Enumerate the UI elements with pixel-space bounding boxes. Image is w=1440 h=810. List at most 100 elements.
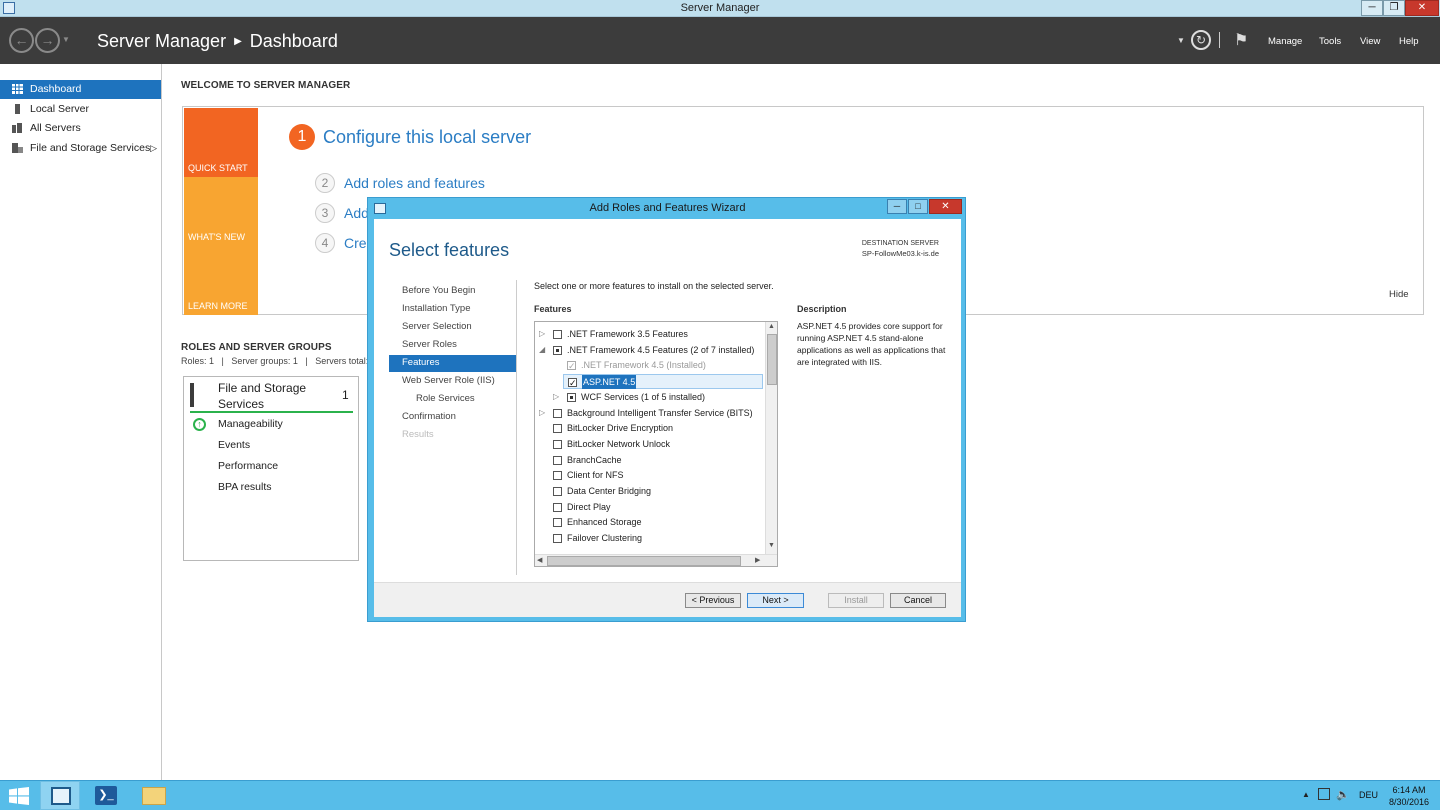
feature-row[interactable]: BitLocker Drive Encryption [535, 421, 763, 436]
feature-checkbox[interactable] [553, 408, 562, 418]
taskbar-server-manager[interactable] [40, 781, 80, 810]
expand-arrow-icon[interactable]: ▷ [150, 139, 157, 157]
feature-row[interactable]: .NET Framework 4.5 (Installed) [535, 358, 763, 373]
feature-checkbox[interactable] [553, 439, 562, 449]
wizard-nav-item[interactable]: Installation Type [389, 301, 517, 318]
dropdown-icon[interactable]: ▼ [1177, 36, 1185, 45]
scroll-down-icon[interactable]: ▼ [768, 542, 775, 549]
show-hidden-icons[interactable]: ▲ [1302, 790, 1310, 799]
role-tile-bpa-results[interactable]: BPA results [218, 481, 272, 493]
configure-local-server-link[interactable]: Configure this local server [323, 127, 531, 148]
role-tile-manageability[interactable]: Manageability [218, 418, 283, 430]
features-tree[interactable]: ▷ .NET Framework 3.5 Features ◢ .NET Framew… [534, 321, 778, 567]
refresh-icon[interactable]: ↻ [1191, 30, 1211, 50]
feature-checkbox[interactable] [553, 424, 562, 434]
feature-label: .NET Framework 3.5 Features [567, 329, 688, 339]
forward-arrow-icon[interactable]: → [35, 28, 60, 53]
feature-checkbox[interactable] [568, 376, 577, 390]
restore-button[interactable]: ❐ [1383, 0, 1405, 16]
tile-whats-new[interactable]: WHAT'S NEW [184, 177, 258, 246]
add-servers-link[interactable]: Add [344, 205, 369, 221]
feature-row[interactable]: ▷ Background Intelligent Transfer Service… [535, 406, 763, 421]
add-roles-features-link[interactable]: Add roles and features [344, 175, 485, 191]
roles-summary: Roles: 1 | Server groups: 1 | Servers to… [181, 356, 376, 366]
feature-row[interactable]: ◢ .NET Framework 4.5 Features (2 of 7 ins… [535, 343, 763, 358]
wizard-nav-item[interactable]: Features [389, 355, 517, 372]
wizard-maximize-button[interactable]: □ [908, 199, 928, 214]
feature-checkbox[interactable] [553, 330, 562, 339]
tile-learn-more[interactable]: LEARN MORE [184, 246, 258, 315]
powershell-icon[interactable]: ❯_ [95, 786, 117, 805]
wizard-nav-item[interactable]: Role Services [389, 391, 517, 408]
feature-row[interactable]: Enhanced Storage [535, 515, 763, 530]
wizard-minimize-button[interactable]: ─ [887, 199, 907, 214]
feature-checkbox[interactable] [553, 455, 562, 465]
minimize-button[interactable]: ─ [1361, 0, 1383, 16]
speaker-icon[interactable]: 🔈 [1336, 788, 1350, 801]
feature-checkbox[interactable] [567, 392, 576, 402]
wizard-nav-item[interactable]: Web Server Role (IIS) [389, 373, 517, 390]
input-language[interactable]: DEU [1359, 790, 1378, 800]
clock[interactable]: 6:14 AM 8/30/2016 [1382, 784, 1436, 808]
feature-row[interactable]: ASP.NET 4.5 [563, 374, 763, 390]
menu-help[interactable]: Help [1399, 36, 1419, 47]
feature-row[interactable]: ▷ .NET Framework 3.5 Features [535, 327, 763, 342]
wizard-close-button[interactable]: ✕ [929, 199, 962, 214]
role-tile-performance[interactable]: Performance [218, 460, 278, 472]
sidebar-item-local-server[interactable]: Local Server [0, 100, 161, 119]
wizard-nav-item[interactable]: Server Selection [389, 319, 517, 336]
feature-checkbox[interactable] [553, 534, 562, 544]
feature-row[interactable]: BranchCache [535, 453, 763, 468]
tile-quick-start[interactable]: QUICK START [184, 108, 258, 177]
description-text: ASP.NET 4.5 provides core support for ru… [797, 321, 946, 367]
sidebar-item-dashboard[interactable]: Dashboard [0, 80, 161, 99]
expand-arrow-icon[interactable]: ▷ [539, 406, 545, 420]
expand-arrow-icon[interactable]: ▷ [553, 390, 559, 404]
feature-checkbox[interactable] [553, 502, 562, 512]
horizontal-scroll-thumb[interactable] [547, 556, 741, 566]
feature-row[interactable]: Data Center Bridging [535, 484, 763, 499]
feature-row[interactable]: ▷ WCF Services (1 of 5 installed) [535, 390, 763, 405]
cancel-button[interactable]: Cancel [890, 593, 946, 608]
wizard-nav-item[interactable]: Before You Begin [389, 283, 517, 300]
notifications-flag-icon[interactable]: ⚑ [1234, 30, 1248, 50]
role-tile-file-storage[interactable]: File and Storage Services 1 ↑ Manageabil… [183, 376, 359, 561]
feature-row[interactable]: Client for NFS [535, 468, 763, 483]
feature-checkbox [567, 359, 576, 373]
wizard-nav-item[interactable]: Confirmation [389, 409, 517, 426]
menu-tools[interactable]: Tools [1319, 36, 1341, 47]
expand-arrow-icon[interactable]: ▷ [539, 327, 545, 341]
previous-button[interactable]: < Previous [685, 593, 741, 608]
role-tile-events[interactable]: Events [218, 439, 250, 451]
menu-view[interactable]: View [1360, 36, 1380, 47]
close-button[interactable]: ✕ [1405, 0, 1439, 16]
horizontal-scrollbar[interactable]: ◀ ▶ [535, 554, 777, 566]
menu-manage[interactable]: Manage [1268, 36, 1302, 47]
file-explorer-icon[interactable] [142, 787, 166, 805]
feature-row[interactable]: Direct Play [535, 500, 763, 515]
sidebar-item-file-storage[interactable]: File and Storage Services ▷ [0, 139, 161, 158]
windows-start-icon[interactable] [9, 787, 29, 805]
network-icon[interactable] [1318, 788, 1330, 800]
status-ok-icon: ↑ [193, 418, 206, 431]
wizard-nav-item[interactable]: Server Roles [389, 337, 517, 354]
history-dropdown-icon[interactable]: ▼ [62, 35, 70, 44]
feature-checkbox[interactable] [553, 487, 562, 496]
feature-checkbox[interactable] [553, 471, 562, 481]
scroll-right-icon[interactable]: ▶ [755, 556, 760, 564]
next-button[interactable]: Next > [747, 593, 804, 608]
back-arrow-icon[interactable]: ← [9, 28, 34, 53]
feature-row[interactable]: BitLocker Network Unlock [535, 437, 763, 452]
scroll-up-icon[interactable]: ▲ [768, 323, 775, 330]
scroll-left-icon[interactable]: ◀ [537, 556, 542, 564]
breadcrumb-page: Dashboard [249, 31, 338, 51]
hide-link[interactable]: Hide [1389, 289, 1409, 300]
feature-checkbox[interactable] [553, 518, 562, 528]
feature-row[interactable]: Failover Clustering [535, 531, 763, 546]
feature-checkbox[interactable] [553, 345, 562, 355]
collapse-arrow-icon[interactable]: ◢ [539, 343, 545, 357]
vertical-scrollbar[interactable]: ▲ ▼ [765, 322, 777, 554]
scroll-thumb[interactable] [767, 334, 777, 385]
feature-label: Background Intelligent Transfer Service … [567, 407, 753, 418]
sidebar-item-all-servers[interactable]: All Servers [0, 119, 161, 138]
